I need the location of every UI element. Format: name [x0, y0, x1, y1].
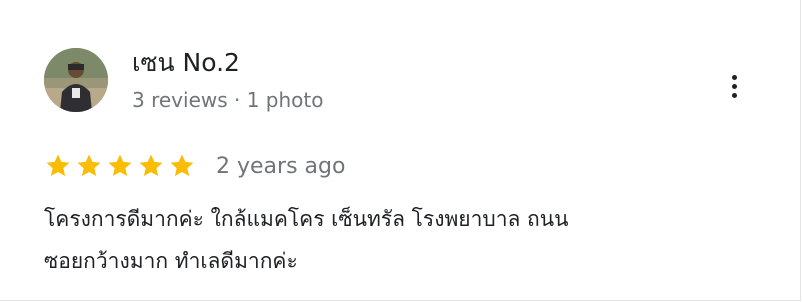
reviewer-meta[interactable]: 3 reviews · 1 photo — [132, 86, 323, 114]
star-rating — [44, 152, 196, 180]
more-vert-icon-dot — [731, 83, 737, 89]
review-card: เซน No.2 3 reviews · 1 photo 2 years ago… — [0, 0, 801, 301]
star-icon — [170, 154, 194, 177]
star-icon — [108, 154, 132, 177]
avatar-photo — [44, 48, 108, 112]
reviewer-name[interactable]: เซน No.2 — [132, 46, 240, 80]
more-options-button[interactable] — [718, 68, 750, 104]
review-text: โครงการดีมากค่ะ ใกล้แมคโคร เซ็นทรัล โรงพ… — [44, 198, 724, 282]
star-icon — [46, 154, 70, 177]
reviewer-avatar[interactable] — [44, 48, 108, 112]
more-vert-icon — [731, 74, 737, 80]
more-vert-icon-dot — [731, 92, 737, 98]
review-text-line: โครงการดีมากค่ะ ใกล้แมคโคร เซ็นทรัล โรงพ… — [44, 207, 569, 231]
review-time: 2 years ago — [216, 154, 346, 179]
review-text-line: ซอยกว้างมาก ทำเลดีมากค่ะ — [44, 249, 298, 273]
star-icon — [139, 154, 163, 177]
star-icon — [77, 154, 101, 177]
